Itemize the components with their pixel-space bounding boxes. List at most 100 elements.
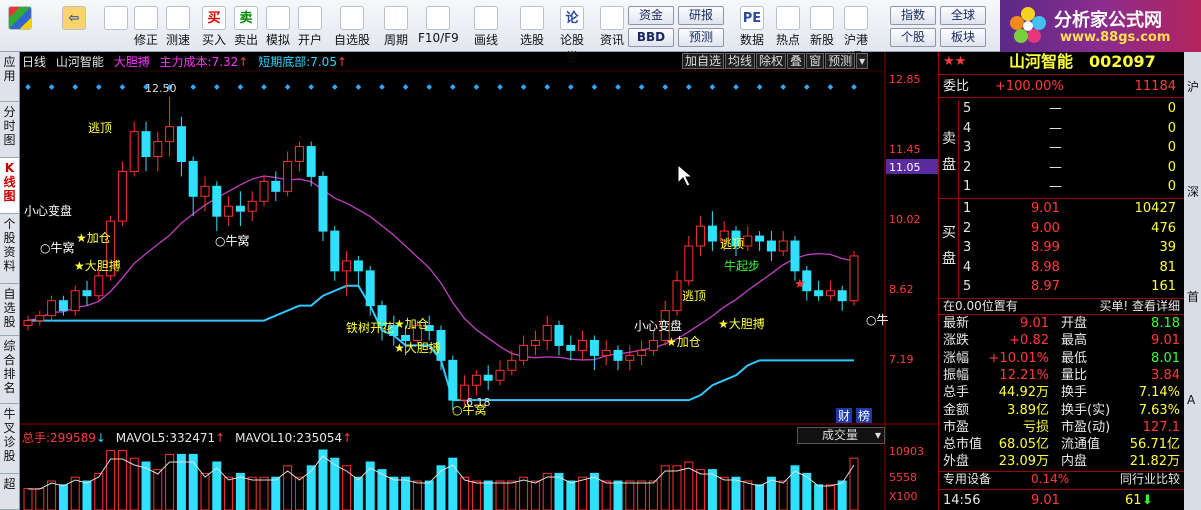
toolbar-button-3[interactable]: 修正 [130,3,162,49]
stat-value: 68.05亿 [998,437,1049,453]
mouse-cursor-icon [677,163,694,187]
candle-body [849,255,859,302]
scroll-label[interactable]: 首 [1187,288,1199,305]
volume-bar [294,476,304,510]
toolbar-button-14[interactable]: 论论股堂 [556,3,588,64]
candle-body [58,300,68,312]
industry-compare-link[interactable]: 同行业比较 [1120,471,1180,488]
star-rating-icon: ★★ [943,54,967,69]
forecast-button[interactable]: 预测 [678,28,724,47]
toolbar-button-9[interactable]: 自选股 [332,3,372,49]
toolbar-button-6[interactable]: 卖卖出 [230,3,262,49]
sidebar-tab-5[interactable]: 综合排名 [0,336,19,404]
sidebar-tab-3[interactable]: 个股资料 [0,214,19,284]
chart-button-3[interactable]: 叠 [787,53,806,69]
up-arrow-icon: ↑ [215,431,226,445]
stat-value: 7.14% [1138,385,1180,401]
scroll-label[interactable]: 深 [1187,183,1199,200]
sector-button[interactable]: 板块 [940,28,986,47]
stat-value: 7.63% [1138,402,1180,418]
weibi-label: 委比 [943,79,970,94]
sidebar-tab-2[interactable]: K线图 [0,158,19,214]
toolbar-button-0[interactable] [4,3,36,49]
stock-button[interactable]: 个股 [890,28,936,47]
scroll-label[interactable]: A [1187,393,1195,407]
stat-label: 总市值 [943,437,983,453]
candle-body [82,290,92,297]
level-label: 2 [963,159,972,175]
toolbar-button-label: 测速 [165,33,190,47]
red-star-icon: ★ [794,277,806,292]
toolbar-button-5[interactable]: 买买入 [198,3,230,49]
sidebar-tab-1[interactable]: 分时图 [0,102,19,158]
chart-button-2[interactable]: 除权 [756,53,787,69]
volume-indicator-select[interactable]: 成交量 ▾ [797,427,885,444]
toolbar-button-4[interactable]: 测速 [162,3,194,49]
signal-diamond-mark [95,84,102,90]
candle-body [330,230,340,272]
chart-button-4[interactable]: 窗 [806,53,825,69]
toolbar-button-15[interactable]: 资讯 [596,3,628,49]
short-bottom-label: 短期底部: [258,55,311,69]
refresh-icon [134,6,158,30]
buy-side-label: 买盘 [939,200,959,298]
star-icon [340,6,364,30]
sidebar-tab-7[interactable]: 超 [0,474,19,510]
signal-diamond-mark [591,84,598,90]
signal-diamond-mark [237,84,244,90]
panel-scrollbar[interactable]: 沪深首 A [1184,52,1201,510]
toolbar-button-2[interactable] [100,3,132,49]
funds-button[interactable]: 资金 [628,6,674,25]
bbd-button[interactable]: BBD [628,28,674,47]
volume-bar [212,461,222,510]
toolbar-button-17[interactable]: 热点 [772,3,804,49]
stat-value: 9.01 [1151,333,1180,349]
research-button[interactable]: 研报 [678,6,724,25]
sell-volume: 0 [1167,101,1176,116]
sell-volume: 0 [1167,159,1176,175]
sell-price: — [1049,179,1062,195]
sidebar-tab-0[interactable]: 应用 [0,52,19,102]
kline-chart[interactable]: 12.85 11.45 11.05 10.02 8.62 7.19 10903 5558 X10… [20,52,938,510]
toolbar-button-11[interactable]: F10/F9 [418,3,459,49]
toolbar-button-12[interactable]: 画线 [466,3,506,49]
candle-body [778,240,788,252]
toolbar-button-10[interactable]: 周期 [376,3,416,49]
toolbar-button-19[interactable]: 沪港通 [840,3,872,64]
chart-menu-arrow-icon[interactable]: ▾ [856,53,869,69]
chart-button-0[interactable]: 加自选 [682,53,725,69]
toolbar-button-16[interactable]: PE 数据 [736,3,768,49]
index-button[interactable]: 指数 [890,6,936,25]
toolbar-button-7[interactable]: 模拟 [262,3,294,49]
stat-label: 振幅 [943,367,970,383]
stat-label: 市盈(动) [1061,419,1111,435]
signal-diamond-mark [803,84,810,90]
level-label: 3 [963,140,972,156]
volume-bar [271,476,281,510]
buy-price: 8.98 [1031,259,1060,275]
weibi-row: 委比 +100.00% 11184 [939,78,1184,95]
toolbar-button-13[interactable]: 选股 [512,3,552,49]
toolbar-button-18[interactable]: 新股 [806,3,838,49]
buy-volume: 476 [1151,220,1176,236]
buy-detail-link[interactable]: 买单! 查看详细 [1099,298,1180,315]
chart-button-1[interactable]: 均线 [725,53,756,69]
signal-diamond-mark [685,84,692,90]
buy-row: 3 8.99 39 [939,239,1184,256]
volume-bar [483,480,493,510]
sell-label: 卖盘 [942,131,956,173]
sidebar-tab-4[interactable]: 自选股 [0,284,19,336]
stat-value: 12.21% [999,367,1049,383]
global-button[interactable]: 全球 [940,6,986,25]
sidebar-tab-6[interactable]: 牛叉诊股 [0,404,19,474]
chart-button-5[interactable]: 预测 [825,53,856,69]
candle-body [696,225,706,247]
toolbar-button-1[interactable]: ⇦ [58,3,90,49]
annotation-escape2: 逃顶 [682,289,706,303]
toolbar-button-label: 修正 [133,33,158,47]
price-tick-label: 8.62 [889,283,914,296]
scroll-label[interactable]: 沪 [1187,78,1199,95]
volume-bar [849,457,859,510]
toolbar-button-8[interactable]: 开户 [294,3,326,49]
indicator-label: 大胆搏 [113,55,150,69]
